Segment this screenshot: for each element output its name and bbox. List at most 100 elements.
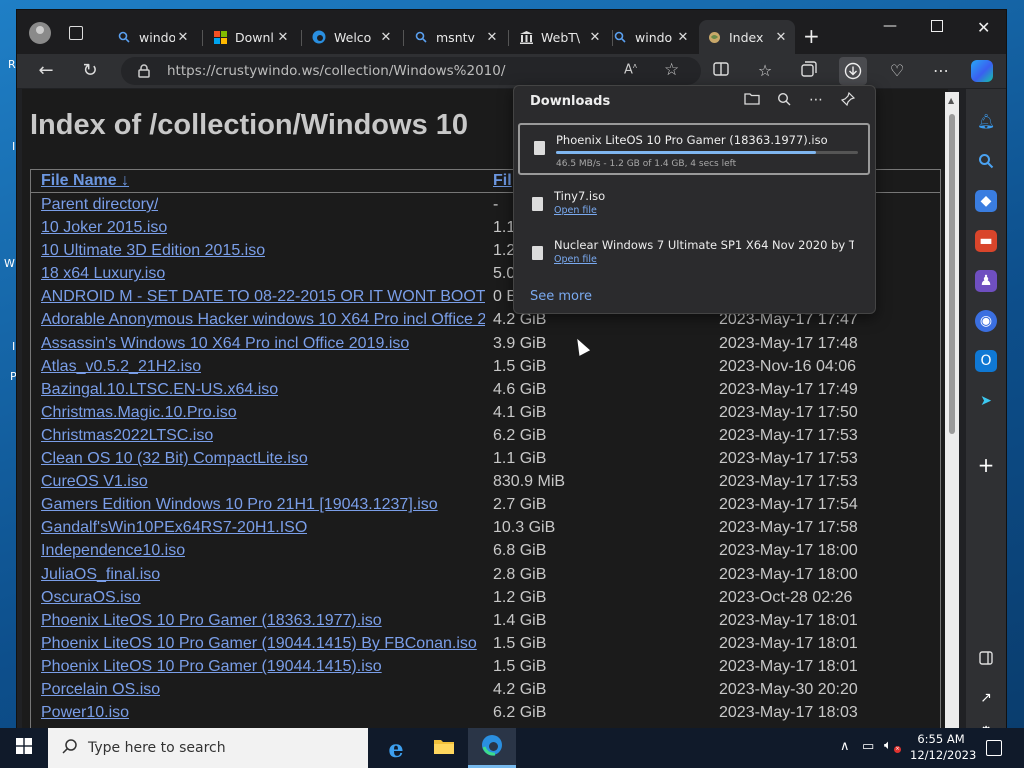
shopping-tag-icon[interactable]: ◆ [975,190,997,212]
search-placeholder: Type here to search [88,740,226,756]
copilot-icon[interactable] [971,60,993,82]
file-link[interactable]: 10 Joker 2015.iso [41,219,167,237]
file-link[interactable]: Adorable Anonymous Hacker windows 10 X64… [41,311,485,329]
start-button[interactable] [0,728,48,768]
refresh-icon[interactable]: ↻ [79,61,101,81]
favorite-star-icon[interactable]: ☆ [664,60,679,80]
file-size-column-header[interactable]: Fil [493,172,512,190]
close-tab-icon[interactable]: ✕ [378,30,394,45]
close-tab-icon[interactable]: ✕ [484,30,500,45]
file-link[interactable]: Christmas2022LTSC.iso [41,427,213,445]
hide-sidebar-icon[interactable] [975,647,997,669]
file-link[interactable]: Bazingal.10.LTSC.EN-US.x64.iso [41,381,278,399]
downloads-button[interactable] [839,57,867,85]
download-item[interactable]: Nuclear Windows 7 Ultimate SP1 X64 Nov 2… [518,230,870,282]
edge-icon [312,30,326,44]
open-file-link[interactable]: Open file [554,205,597,216]
close-tab-icon[interactable]: ✕ [175,30,191,45]
close-window-button[interactable]: ✕ [977,18,990,37]
network-icon[interactable]: ▭ [862,739,874,754]
file-link[interactable]: Independence10.iso [41,542,185,560]
microsoft-365-icon[interactable]: ◉ [975,310,997,332]
open-file-link[interactable]: Open file [554,254,597,265]
file-link[interactable]: Power10.iso [41,704,129,722]
notification-center-icon[interactable] [986,740,1002,756]
scroll-up-icon[interactable]: ▲ [948,96,954,105]
external-link-icon[interactable]: ↗ [975,687,997,709]
file-date: 2023-May-17 18:00 [719,565,858,583]
more-options-icon[interactable]: ⋯ [930,61,952,81]
file-date: 2023-May-30 20:20 [719,680,858,698]
taskbar-clock[interactable]: 6:55 AM 12/12/2023 [910,731,976,763]
drop-send-icon[interactable]: ➤ [975,390,997,412]
games-icon[interactable]: ♟ [975,270,997,292]
tab-search[interactable]: windo ✕ [109,20,197,54]
file-link[interactable]: Assassin's Windows 10 X64 Pro incl Offic… [41,335,409,353]
file-link[interactable]: Atlas_v0.5.2_21H2.iso [41,358,201,376]
tab-index-active[interactable]: Index ✕ [699,20,795,54]
file-link[interactable]: 10 Ultimate 3D Edition 2015.iso [41,242,265,260]
tab-welcome[interactable]: Welco ✕ [304,20,400,54]
file-date: 2023-Nov-16 04:06 [719,357,856,375]
file-link[interactable]: Christmas.Magic.10.Pro.iso [41,404,237,422]
tab-search[interactable]: msntv ✕ [406,20,506,54]
read-aloud-icon[interactable]: Aʌ [624,62,637,77]
lock-icon[interactable] [138,63,150,82]
page-scrollbar[interactable]: ▲ [945,92,959,728]
favorites-icon[interactable]: ☆ [754,61,776,81]
show-hidden-icons[interactable]: ∧ [840,739,850,754]
file-link[interactable]: OscuraOS.iso [41,589,141,607]
maximize-button[interactable] [931,18,943,32]
taskbar-search[interactable]: Type here to search [48,728,368,768]
search-icon[interactable] [975,150,997,172]
add-sidebar-app-icon[interactable]: + [975,453,997,477]
back-arrow-icon[interactable]: ← [35,61,57,81]
open-folder-icon[interactable] [742,92,762,109]
close-tab-icon[interactable]: ✕ [275,30,291,45]
internet-explorer-taskbar-icon[interactable]: e [372,728,420,768]
download-item-active[interactable]: Phoenix LiteOS 10 Pro Gamer (18363.1977)… [518,123,870,175]
edge-taskbar-icon[interactable] [468,728,516,768]
close-tab-icon[interactable]: ✕ [587,30,603,45]
browser-essentials-icon[interactable]: ♡ [886,61,908,81]
browser-toolbar: ← ↻ https://crustywindo.ws/collection/Wi… [17,54,1006,88]
file-link[interactable]: Phoenix LiteOS 10 Pro Gamer (19044.1415)… [41,635,477,653]
volume-muted-icon[interactable]: 🔈︎ [884,738,892,753]
scrollbar-thumb[interactable] [949,114,955,434]
close-tab-icon[interactable]: ✕ [675,30,691,45]
file-link[interactable]: Phoenix LiteOS 10 Pro Gamer (18363.1977)… [41,612,382,630]
file-link[interactable]: Gandalf'sWin10PEx64RS7-20H1.ISO [41,519,307,537]
file-link[interactable]: Porcelain OS.iso [41,681,160,699]
see-more-link[interactable]: See more [530,289,592,304]
tab-search[interactable]: windo ✕ [605,20,697,54]
split-screen-icon[interactable] [710,61,732,81]
file-link[interactable]: Gamers Edition Windows 10 Pro 21H1 [1904… [41,496,438,514]
tab-actions-icon[interactable] [69,26,83,40]
file-link[interactable]: 18 x64 Luxury.iso [41,265,165,283]
new-tab-button[interactable]: + [803,24,820,48]
profile-avatar[interactable] [29,22,51,44]
file-icon [534,141,545,155]
outlook-icon[interactable]: O [975,350,997,372]
search-downloads-icon[interactable] [774,92,794,110]
tab-webtv[interactable]: WebT\ ✕ [511,20,609,54]
pin-icon[interactable] [838,91,858,110]
close-tab-icon[interactable]: ✕ [773,30,789,45]
minimize-button[interactable]: — [883,18,897,34]
file-link[interactable]: CureOS V1.iso [41,473,148,491]
file-link[interactable]: Clean OS 10 (32 Bit) CompactLite.iso [41,450,308,468]
collections-icon[interactable] [798,61,820,82]
file-link[interactable]: Phoenix LiteOS 10 Pro Gamer (19044.1415)… [41,658,382,676]
file-explorer-taskbar-icon[interactable] [420,728,468,768]
file-link[interactable]: JuliaOS_final.iso [41,566,160,584]
more-options-icon[interactable]: ⋯ [806,92,826,108]
notification-bell-icon[interactable]: 🔔︎ [975,111,997,133]
tools-briefcase-icon[interactable]: ▬ [975,230,997,252]
file-link[interactable]: Parent directory/ [41,196,158,214]
address-bar[interactable]: https://crustywindo.ws/collection/Window… [121,57,701,85]
file-link[interactable]: ANDROID M - SET DATE TO 08-22-2015 OR IT… [41,288,485,306]
file-name-column-header[interactable]: File Name ↓ [41,172,129,190]
tab-downloads-page[interactable]: Downl ✕ [205,20,297,54]
url-text[interactable]: https://crustywindo.ws/collection/Window… [167,63,505,79]
download-item[interactable]: Tiny7.iso Open file [518,181,870,233]
